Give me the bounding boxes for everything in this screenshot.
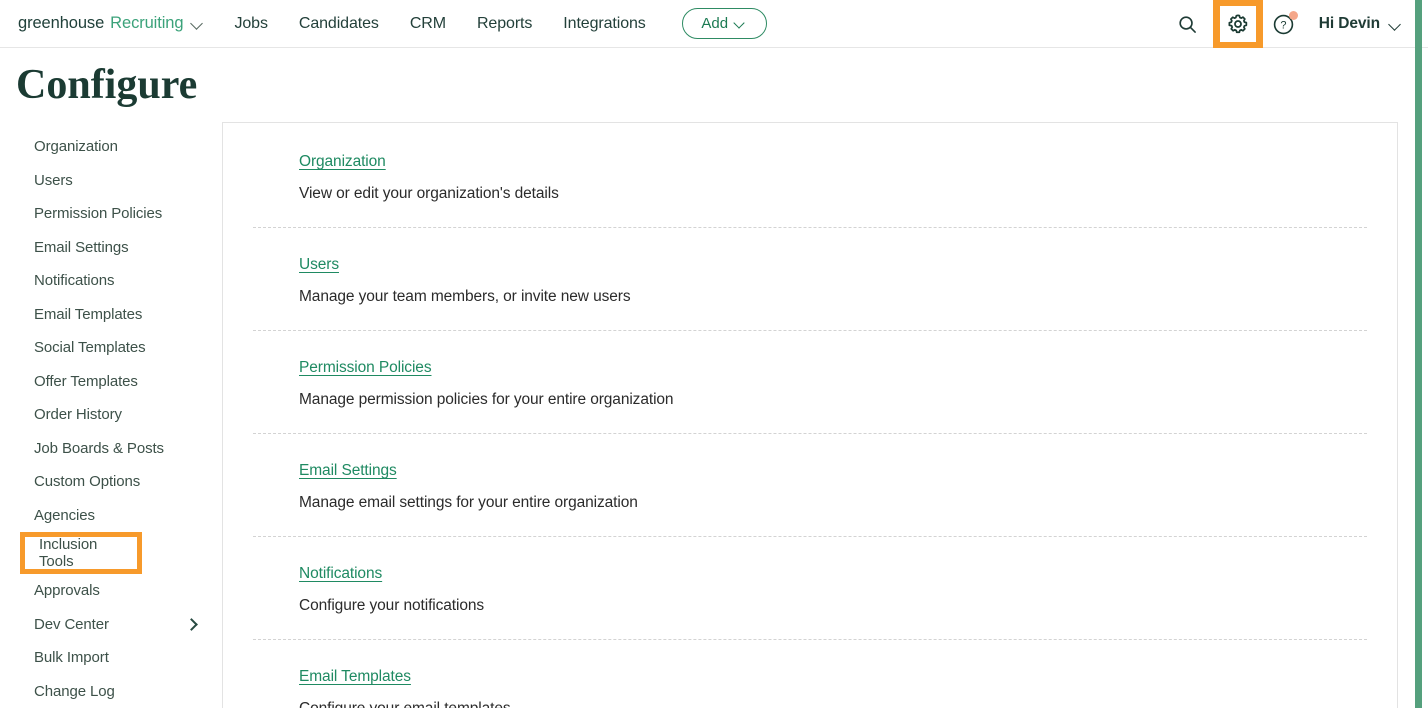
sidebar-item-label: Order History (34, 406, 122, 424)
sidebar-item-email-settings[interactable]: Email Settings (0, 231, 222, 265)
config-link-notifications[interactable]: Notifications (299, 565, 382, 583)
sidebar-item-label: Custom Options (34, 473, 141, 491)
sidebar-item-social-templates[interactable]: Social Templates (0, 331, 222, 365)
sidebar-item-dev-center[interactable]: Dev Center (0, 608, 222, 642)
configure-settings-card: Organization View or edit your organizat… (222, 122, 1398, 708)
config-link-permission-policies[interactable]: Permission Policies (299, 359, 432, 377)
settings-button-highlight[interactable] (1212, 0, 1263, 48)
nav-link-candidates[interactable]: Candidates (299, 15, 379, 33)
add-button-label: Add (701, 15, 729, 32)
nav-link-integrations[interactable]: Integrations (563, 15, 646, 33)
sidebar-item-bulk-import[interactable]: Bulk Import (0, 641, 222, 675)
sidebar-item-label: Organization (34, 138, 118, 156)
nav-link-jobs[interactable]: Jobs (234, 15, 268, 33)
config-row-email-templates: Email Templates Configure your email tem… (253, 640, 1367, 708)
sidebar-item-organization[interactable]: Organization (0, 130, 222, 164)
brand-logo-menu[interactable]: greenhouse Recruiting (18, 14, 204, 33)
config-description: Configure your email templates (299, 700, 1367, 708)
config-row-email-settings: Email Settings Manage email settings for… (253, 434, 1367, 538)
sidebar-item-label: Email Settings (34, 238, 129, 256)
user-menu[interactable]: Hi Devin (1319, 15, 1402, 33)
chevron-right-icon (185, 618, 198, 631)
sidebar-item-agencies[interactable]: Agencies (0, 499, 222, 533)
add-button[interactable]: Add (681, 8, 767, 39)
notification-dot-icon (1288, 11, 1298, 20)
sidebar-item-label: Bulk Import (34, 649, 109, 667)
brand-name: greenhouse (18, 14, 105, 32)
config-description: Manage email settings for your entire or… (299, 494, 638, 512)
primary-nav-links: Jobs Candidates CRM Reports Integrations (234, 15, 645, 33)
sidebar-item-label: Inclusion Tools (39, 536, 98, 571)
config-link-organization[interactable]: Organization (299, 153, 386, 171)
page-title: Configure (16, 62, 198, 108)
chevron-down-icon (1389, 18, 1402, 31)
svg-text:?: ? (1281, 19, 1287, 31)
config-description: View or edit your organization's details (299, 185, 559, 203)
config-row-users: Users Manage your team members, or invit… (253, 228, 1367, 332)
config-row-notifications: Notifications Configure your notificatio… (253, 537, 1367, 641)
main-content-column: Organization View or edit your organizat… (222, 122, 1428, 708)
sidebar-item-permission-policies[interactable]: Permission Policies (0, 197, 222, 231)
sidebar-item-label: Dev Center (34, 615, 109, 633)
config-description: Configure your notifications (299, 597, 485, 615)
nav-link-reports[interactable]: Reports (477, 15, 532, 33)
chevron-down-icon[interactable] (191, 17, 204, 30)
sidebar-item-label: Agencies (34, 506, 95, 524)
sidebar-item-offer-templates[interactable]: Offer Templates (0, 365, 222, 399)
configure-sidebar: Organization Users Permission Policies E… (0, 122, 222, 708)
user-menu-label: Hi Devin (1318, 15, 1380, 32)
sidebar-item-custom-options[interactable]: Custom Options (0, 465, 222, 499)
help-button[interactable]: ? (1265, 5, 1303, 43)
sidebar-item-label: Email Templates (34, 305, 143, 323)
config-row-organization: Organization View or edit your organizat… (253, 123, 1367, 229)
settings-button[interactable] (1219, 6, 1256, 42)
sidebar-item-users[interactable]: Users (0, 164, 222, 198)
config-description: Manage permission policies for your enti… (299, 391, 674, 409)
sidebar-item-approvals[interactable]: Approvals (0, 574, 222, 608)
sidebar-item-email-templates[interactable]: Email Templates (0, 298, 222, 332)
search-icon (1179, 15, 1197, 33)
sidebar-item-label: Social Templates (34, 339, 146, 357)
gear-icon (1228, 14, 1247, 34)
sidebar-item-notifications[interactable]: Notifications (0, 264, 222, 298)
sidebar-item-order-history[interactable]: Order History (0, 398, 222, 432)
sidebar-item-label: Notifications (34, 272, 115, 290)
sidebar-item-label: Change Log (34, 682, 115, 700)
sidebar-item-label: Job Boards & Posts (34, 439, 164, 457)
sidebar-item-inclusion-tools[interactable]: Inclusion Tools (20, 532, 142, 575)
config-row-permission-policies: Permission Policies Manage permission po… (253, 331, 1367, 435)
page-scrollbar[interactable] (1415, 0, 1422, 708)
search-button[interactable] (1169, 5, 1207, 43)
top-navigation-bar: greenhouse Recruiting Jobs Candidates CR… (0, 0, 1428, 48)
brand-product-name: Recruiting (110, 14, 184, 32)
sidebar-item-job-boards-posts[interactable]: Job Boards & Posts (0, 432, 222, 466)
chevron-down-icon (734, 17, 747, 30)
sidebar-item-label: Offer Templates (34, 372, 138, 390)
config-link-email-settings[interactable]: Email Settings (299, 462, 397, 480)
config-link-email-templates[interactable]: Email Templates (299, 668, 411, 686)
config-link-users[interactable]: Users (299, 256, 339, 274)
sidebar-item-label: Approvals (34, 582, 100, 600)
nav-link-crm[interactable]: CRM (410, 15, 446, 33)
page-body: Organization Users Permission Policies E… (0, 108, 1428, 708)
sidebar-item-change-log[interactable]: Change Log (0, 675, 222, 708)
config-description: Manage your team members, or invite new … (299, 288, 631, 306)
sidebar-item-label: Permission Policies (34, 205, 163, 223)
sidebar-item-label: Users (34, 171, 73, 189)
nav-right-actions: ? Hi Devin (1169, 0, 1428, 48)
